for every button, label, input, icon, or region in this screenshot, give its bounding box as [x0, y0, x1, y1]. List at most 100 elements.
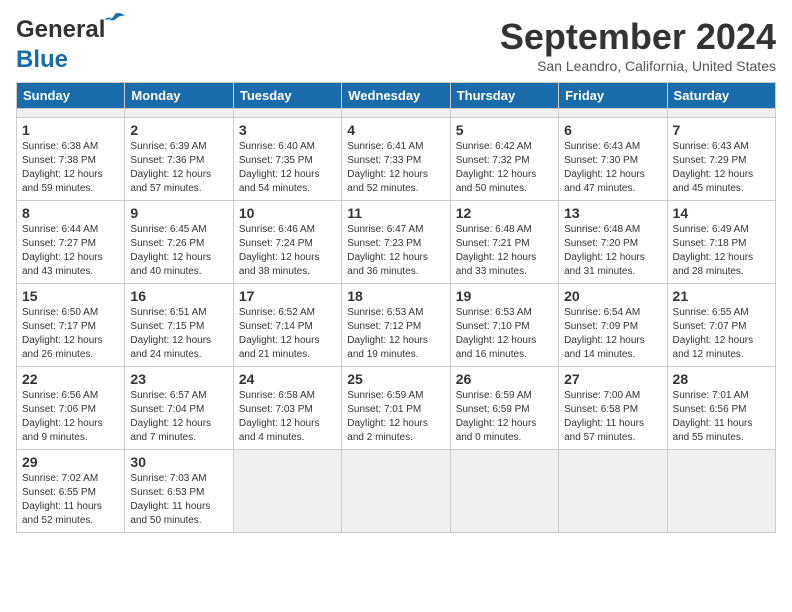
day-number: 14 — [673, 205, 770, 221]
day-number: 13 — [564, 205, 661, 221]
logo-general: General — [16, 16, 105, 43]
day-number: 24 — [239, 371, 336, 387]
calendar-cell — [667, 450, 775, 533]
calendar-cell: 10 Sunrise: 6:46 AM Sunset: 7:24 PM Dayli… — [233, 201, 341, 284]
calendar-cell: 29Sunrise: 7:02 AM Sunset: 6:55 PM Dayli… — [17, 450, 125, 533]
col-header-tuesday: Tuesday — [233, 83, 341, 109]
page-header: General Blue September 2024 San Leandro,… — [16, 16, 776, 74]
calendar-cell — [450, 450, 558, 533]
day-number: 26 — [456, 371, 553, 387]
col-header-wednesday: Wednesday — [342, 83, 450, 109]
day-number: 21 — [673, 288, 770, 304]
calendar-cell: 15 Sunrise: 6:50 AM Sunset: 7:17 PM Dayli… — [17, 284, 125, 367]
calendar-cell — [17, 109, 125, 118]
day-number: 28 — [673, 371, 770, 387]
calendar-cell: 19 Sunrise: 6:53 AM Sunset: 7:10 PM Dayli… — [450, 284, 558, 367]
calendar-cell — [342, 109, 450, 118]
day-number: 6 — [564, 122, 661, 138]
day-info: Sunrise: 6:43 AM Sunset: 7:30 PM Dayligh… — [564, 140, 661, 196]
day-info: Sunrise: 6:59 AM Sunset: 6:59 PM Dayligh… — [456, 389, 553, 445]
calendar-cell — [667, 109, 775, 118]
day-info: Sunrise: 7:01 AM Sunset: 6:56 PM Dayligh… — [673, 389, 770, 445]
calendar-cell: 25 Sunrise: 6:59 AM Sunset: 7:01 PM Dayli… — [342, 367, 450, 450]
day-info: Sunrise: 6:41 AM Sunset: 7:33 PM Dayligh… — [347, 140, 444, 196]
calendar-cell: 22Sunrise: 6:56 AM Sunset: 7:06 PM Dayli… — [17, 367, 125, 450]
day-info: Sunrise: 6:56 AM Sunset: 7:06 PM Dayligh… — [22, 389, 119, 445]
day-info: Sunrise: 6:52 AM Sunset: 7:14 PM Dayligh… — [239, 306, 336, 362]
calendar-cell — [559, 109, 667, 118]
day-number: 2 — [130, 122, 227, 138]
day-number: 25 — [347, 371, 444, 387]
calendar-cell: 28 Sunrise: 7:01 AM Sunset: 6:56 PM Dayli… — [667, 367, 775, 450]
calendar-cell: 5 Sunrise: 6:42 AM Sunset: 7:32 PM Daylig… — [450, 118, 558, 201]
day-info: Sunrise: 6:42 AM Sunset: 7:32 PM Dayligh… — [456, 140, 553, 196]
calendar-cell: 24 Sunrise: 6:58 AM Sunset: 7:03 PM Dayli… — [233, 367, 341, 450]
day-info: Sunrise: 6:54 AM Sunset: 7:09 PM Dayligh… — [564, 306, 661, 362]
day-number: 7 — [673, 122, 770, 138]
day-number: 5 — [456, 122, 553, 138]
day-info: Sunrise: 6:40 AM Sunset: 7:35 PM Dayligh… — [239, 140, 336, 196]
day-info: Sunrise: 6:53 AM Sunset: 7:10 PM Dayligh… — [456, 306, 553, 362]
day-number: 30 — [130, 454, 227, 470]
col-header-monday: Monday — [125, 83, 233, 109]
calendar-table: SundayMondayTuesdayWednesdayThursdayFrid… — [16, 82, 776, 533]
day-info: Sunrise: 7:03 AM Sunset: 6:53 PM Dayligh… — [130, 472, 227, 528]
day-info: Sunrise: 6:57 AM Sunset: 7:04 PM Dayligh… — [130, 389, 227, 445]
col-header-friday: Friday — [559, 83, 667, 109]
calendar-cell — [233, 109, 341, 118]
calendar-cell: 12 Sunrise: 6:48 AM Sunset: 7:21 PM Dayli… — [450, 201, 558, 284]
day-number: 23 — [130, 371, 227, 387]
calendar-cell — [450, 109, 558, 118]
calendar-cell: 8Sunrise: 6:44 AM Sunset: 7:27 PM Daylig… — [17, 201, 125, 284]
calendar-cell: 13 Sunrise: 6:48 AM Sunset: 7:20 PM Dayli… — [559, 201, 667, 284]
day-info: Sunrise: 6:59 AM Sunset: 7:01 PM Dayligh… — [347, 389, 444, 445]
day-info: Sunrise: 6:50 AM Sunset: 7:17 PM Dayligh… — [22, 306, 119, 362]
day-number: 16 — [130, 288, 227, 304]
day-number: 10 — [239, 205, 336, 221]
day-info: Sunrise: 6:46 AM Sunset: 7:24 PM Dayligh… — [239, 223, 336, 279]
day-info: Sunrise: 6:39 AM Sunset: 7:36 PM Dayligh… — [130, 140, 227, 196]
day-info: Sunrise: 6:47 AM Sunset: 7:23 PM Dayligh… — [347, 223, 444, 279]
day-info: Sunrise: 6:45 AM Sunset: 7:26 PM Dayligh… — [130, 223, 227, 279]
day-number: 17 — [239, 288, 336, 304]
day-info: Sunrise: 6:48 AM Sunset: 7:21 PM Dayligh… — [456, 223, 553, 279]
calendar-cell: 16 Sunrise: 6:51 AM Sunset: 7:15 PM Dayli… — [125, 284, 233, 367]
day-info: Sunrise: 6:49 AM Sunset: 7:18 PM Dayligh… — [673, 223, 770, 279]
day-info: Sunrise: 6:51 AM Sunset: 7:15 PM Dayligh… — [130, 306, 227, 362]
calendar-cell: 9Sunrise: 6:45 AM Sunset: 7:26 PM Daylig… — [125, 201, 233, 284]
calendar-cell: 23 Sunrise: 6:57 AM Sunset: 7:04 PM Dayli… — [125, 367, 233, 450]
calendar-cell: 2 Sunrise: 6:39 AM Sunset: 7:36 PM Daylig… — [125, 118, 233, 201]
calendar-cell — [559, 450, 667, 533]
calendar-cell: 21Sunrise: 6:55 AM Sunset: 7:07 PM Dayli… — [667, 284, 775, 367]
calendar-cell: 20Sunrise: 6:54 AM Sunset: 7:09 PM Dayli… — [559, 284, 667, 367]
day-number: 4 — [347, 122, 444, 138]
calendar-cell: 18 Sunrise: 6:53 AM Sunset: 7:12 PM Dayli… — [342, 284, 450, 367]
calendar-cell — [125, 109, 233, 118]
day-number: 3 — [239, 122, 336, 138]
logo: General Blue — [16, 16, 105, 74]
col-header-sunday: Sunday — [17, 83, 125, 109]
logo-bird-icon — [105, 12, 125, 28]
day-info: Sunrise: 6:53 AM Sunset: 7:12 PM Dayligh… — [347, 306, 444, 362]
day-number: 12 — [456, 205, 553, 221]
calendar-cell: 30 Sunrise: 7:03 AM Sunset: 6:53 PM Dayli… — [125, 450, 233, 533]
day-number: 29 — [22, 454, 119, 470]
calendar-cell: 7 Sunrise: 6:43 AM Sunset: 7:29 PM Daylig… — [667, 118, 775, 201]
calendar-cell: 27 Sunrise: 7:00 AM Sunset: 6:58 PM Dayli… — [559, 367, 667, 450]
day-info: Sunrise: 6:48 AM Sunset: 7:20 PM Dayligh… — [564, 223, 661, 279]
day-number: 27 — [564, 371, 661, 387]
location: San Leandro, California, United States — [500, 58, 776, 74]
day-number: 18 — [347, 288, 444, 304]
day-number: 8 — [22, 205, 119, 221]
day-info: Sunrise: 6:43 AM Sunset: 7:29 PM Dayligh… — [673, 140, 770, 196]
calendar-cell: 14 Sunrise: 6:49 AM Sunset: 7:18 PM Dayli… — [667, 201, 775, 284]
calendar-cell: 6 Sunrise: 6:43 AM Sunset: 7:30 PM Daylig… — [559, 118, 667, 201]
day-number: 19 — [456, 288, 553, 304]
calendar-cell — [233, 450, 341, 533]
calendar-cell: 11Sunrise: 6:47 AM Sunset: 7:23 PM Dayli… — [342, 201, 450, 284]
calendar-cell: 4 Sunrise: 6:41 AM Sunset: 7:33 PM Daylig… — [342, 118, 450, 201]
day-info: Sunrise: 7:00 AM Sunset: 6:58 PM Dayligh… — [564, 389, 661, 445]
logo-blue: Blue — [16, 46, 68, 73]
day-number: 15 — [22, 288, 119, 304]
day-info: Sunrise: 6:58 AM Sunset: 7:03 PM Dayligh… — [239, 389, 336, 445]
